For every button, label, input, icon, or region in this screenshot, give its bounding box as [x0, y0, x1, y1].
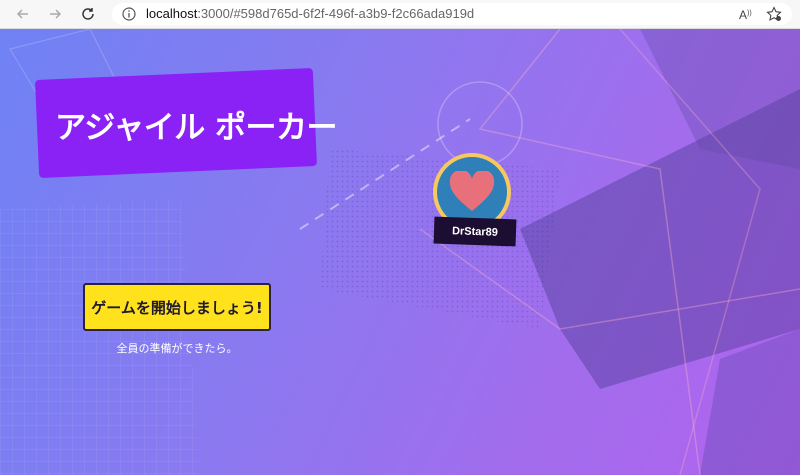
back-arrow-icon [16, 9, 28, 19]
game-lobby: アジャイル ポーカー DrStar89 ゲームを開始しましょう! 全員の準備がで… [0, 29, 800, 475]
svg-text:)): )) [747, 10, 752, 17]
info-icon[interactable] [122, 7, 136, 21]
heart-icon [449, 171, 495, 211]
favorite-star-icon[interactable] [766, 6, 782, 22]
reload-button[interactable] [77, 3, 99, 25]
url-path: :3000/#598d765d-6f2f-496f-a3b9-f2c66ada9… [197, 6, 475, 21]
forward-button[interactable] [44, 3, 66, 25]
read-aloud-icon[interactable]: A)) [738, 6, 754, 22]
url-text: localhost:3000/#598d765d-6f2f-496f-a3b9-… [146, 6, 474, 21]
start-game-button[interactable]: ゲームを開始しましょう! [83, 283, 271, 331]
svg-text:A: A [739, 8, 747, 22]
ready-hint: 全員の準備ができたら。 [116, 342, 238, 355]
address-bar[interactable]: localhost:3000/#598d765d-6f2f-496f-a3b9-… [112, 3, 792, 25]
browser-toolbar: localhost:3000/#598d765d-6f2f-496f-a3b9-… [0, 0, 800, 29]
player-name-tag: DrStar89 [433, 216, 517, 247]
game-title: アジャイル ポーカー [55, 110, 338, 146]
url-host: localhost [146, 6, 198, 21]
forward-arrow-icon [50, 9, 62, 19]
back-button[interactable] [12, 3, 34, 25]
reload-icon [82, 8, 94, 20]
